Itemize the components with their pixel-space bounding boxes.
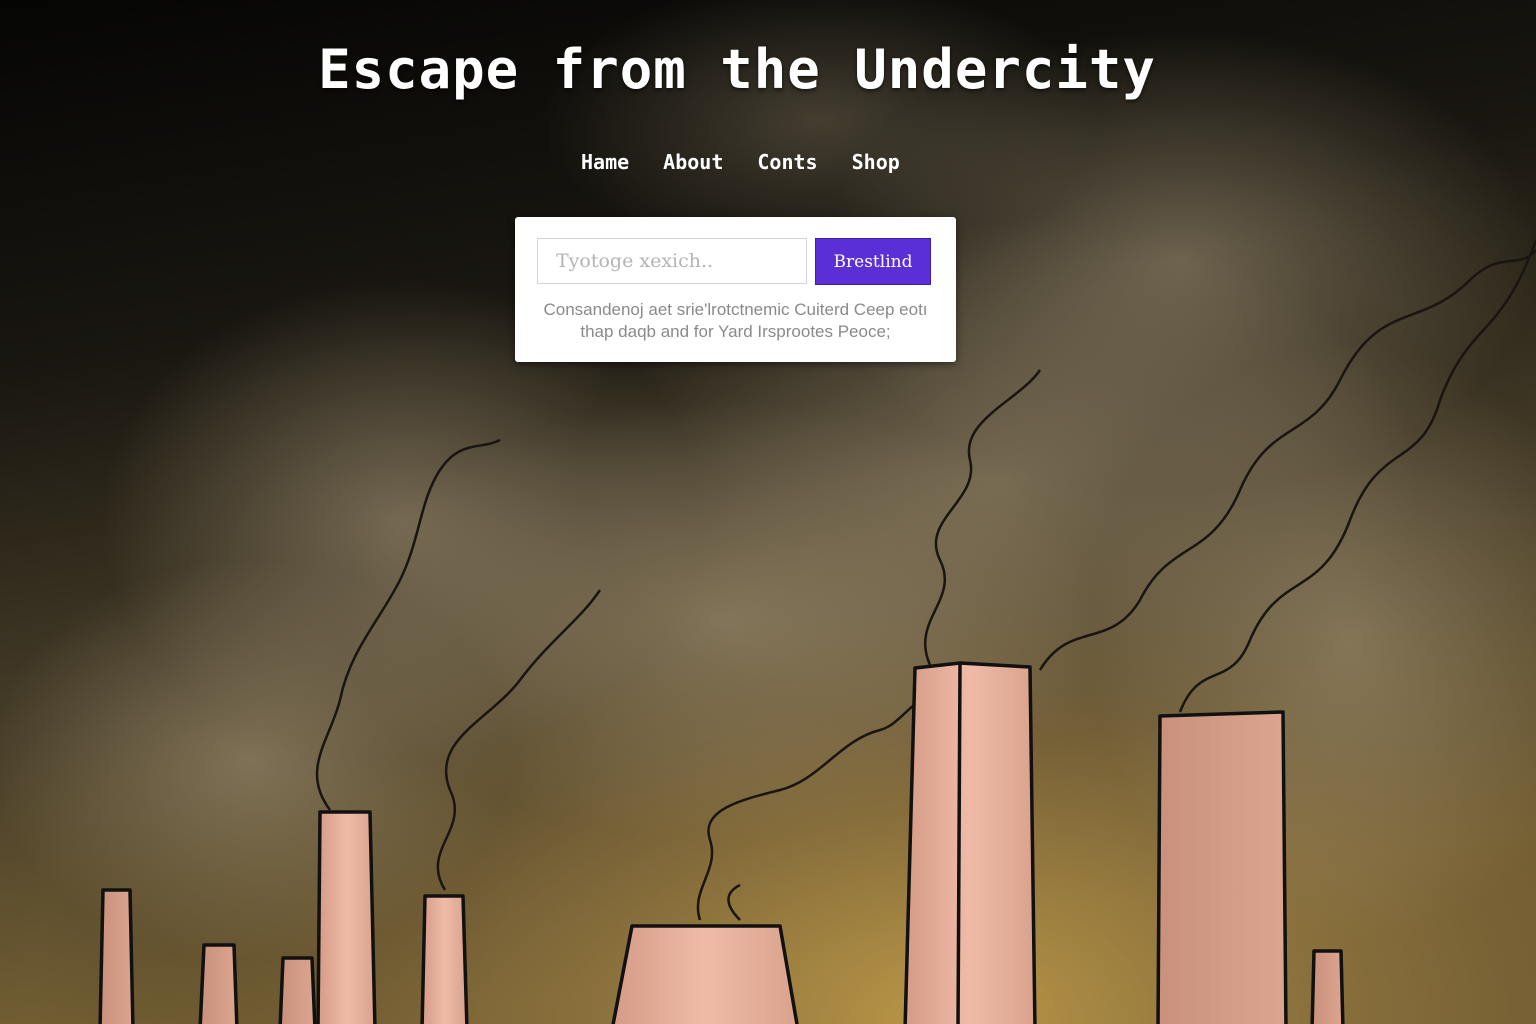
nav-link-about[interactable]: About — [646, 150, 740, 174]
search-description: Consandenoj aet srie'lrotctnemic Cuiterd… — [543, 300, 928, 341]
nav-link-shop[interactable]: Shop — [835, 150, 917, 174]
nav-link-contacts[interactable]: Conts — [740, 150, 834, 174]
search-input[interactable] — [537, 238, 807, 284]
search-card: Brestlind Consandenoj aet srie'lrotctnem… — [515, 217, 956, 362]
main-nav: Hame About Conts Shop — [564, 150, 917, 174]
nav-link-home[interactable]: Hame — [564, 150, 646, 174]
page-title: Escape from the Undercity — [318, 38, 1156, 101]
search-button[interactable]: Brestlind — [815, 238, 931, 285]
